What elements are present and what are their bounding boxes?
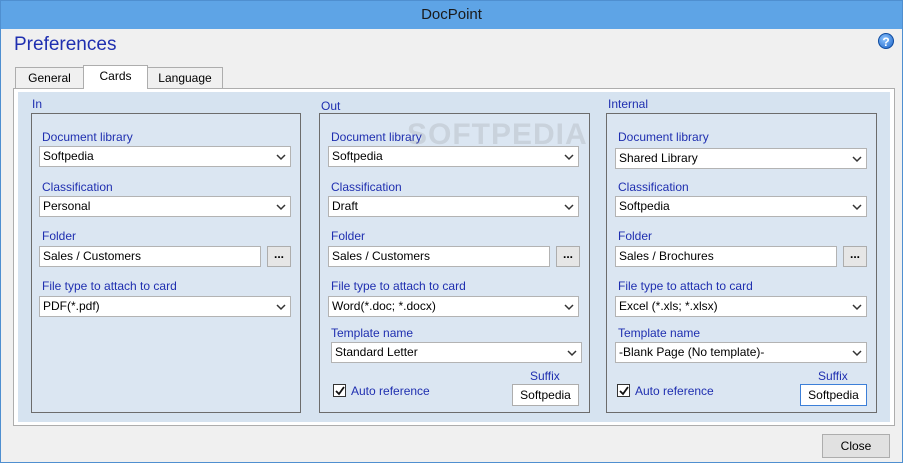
internal-folder-browse-button[interactable]: ...: [843, 246, 867, 267]
chevron-down-icon: [276, 304, 286, 311]
internal-template-name-value: -Blank Page (No template)-: [619, 345, 765, 359]
in-classification-select[interactable]: Personal: [39, 196, 291, 217]
internal-file-type-select[interactable]: Excel (*.xls; *.xlsx): [615, 296, 867, 317]
tab-language[interactable]: Language: [147, 67, 223, 89]
out-suffix-field[interactable]: Softpedia: [512, 384, 579, 406]
window-title: DocPoint: [1, 1, 902, 29]
in-file-type-label: File type to attach to card: [42, 279, 177, 293]
tab-general[interactable]: General: [15, 67, 84, 89]
out-auto-reference-checkbox[interactable]: [333, 384, 346, 397]
out-folder-browse-button[interactable]: ...: [556, 246, 580, 267]
in-file-type-select[interactable]: PDF(*.pdf): [39, 296, 291, 317]
in-document-library-label: Document library: [42, 130, 133, 144]
out-auto-reference-label: Auto reference: [351, 384, 430, 398]
page-title: Preferences: [14, 34, 117, 55]
internal-classification-value: Softpedia: [619, 199, 670, 213]
internal-auto-reference-checkbox[interactable]: [617, 384, 630, 397]
group-title-out: Out: [321, 99, 341, 113]
internal-document-library-value: Shared Library: [619, 151, 698, 165]
chevron-down-icon: [852, 204, 862, 211]
in-classification-label: Classification: [42, 180, 113, 194]
chevron-down-icon: [852, 350, 862, 357]
chevron-down-icon: [564, 204, 574, 211]
chevron-down-icon: [567, 350, 577, 357]
in-folder-browse-button[interactable]: ...: [267, 246, 291, 267]
internal-suffix-field[interactable]: Softpedia: [800, 384, 867, 406]
tab-cards[interactable]: Cards: [83, 65, 148, 89]
out-file-type-select[interactable]: Word(*.doc; *.docx): [328, 296, 579, 317]
chevron-down-icon: [276, 154, 286, 161]
internal-classification-label: Classification: [618, 180, 689, 194]
internal-file-type-value: Excel (*.xls; *.xlsx): [619, 299, 718, 313]
help-icon[interactable]: ?: [878, 33, 894, 49]
chevron-down-icon: [852, 156, 862, 163]
out-template-name-label: Template name: [331, 326, 414, 340]
internal-classification-select[interactable]: Softpedia: [615, 196, 867, 217]
in-folder-label: Folder: [42, 229, 77, 243]
in-classification-value: Personal: [43, 199, 91, 213]
internal-folder-label: Folder: [618, 229, 653, 243]
docpoint-window: DocPoint Preferences ? General Cards Lan…: [0, 0, 903, 463]
internal-document-library-label: Document library: [618, 130, 709, 144]
internal-auto-reference-label: Auto reference: [635, 384, 714, 398]
out-suffix-label: Suffix: [530, 369, 560, 383]
group-title-internal: Internal: [608, 97, 649, 111]
group-title-in: In: [32, 97, 43, 111]
chevron-down-icon: [564, 154, 574, 161]
internal-template-name-label: Template name: [618, 326, 701, 340]
out-file-type-label: File type to attach to card: [331, 279, 466, 293]
out-classification-value: Draft: [332, 199, 359, 213]
internal-folder-field[interactable]: Sales / Brochures: [615, 246, 837, 267]
out-folder-field[interactable]: Sales / Customers: [328, 246, 550, 267]
out-folder-label: Folder: [331, 229, 366, 243]
out-template-name-value: Standard Letter: [335, 345, 418, 359]
chevron-down-icon: [276, 204, 286, 211]
internal-document-library-select[interactable]: Shared Library: [615, 148, 867, 169]
softpedia-watermark: SOFTPEDIA: [407, 118, 588, 151]
in-document-library-select[interactable]: Softpedia: [39, 146, 291, 167]
in-document-library-value: Softpedia: [43, 149, 94, 163]
out-document-library-value: Softpedia: [332, 149, 383, 163]
internal-suffix-label: Suffix: [818, 369, 848, 383]
in-file-type-value: PDF(*.pdf): [43, 299, 100, 313]
out-classification-select[interactable]: Draft: [328, 196, 579, 217]
chevron-down-icon: [564, 304, 574, 311]
checkmark-icon: [619, 386, 629, 396]
out-file-type-value: Word(*.doc; *.docx): [332, 299, 436, 313]
in-folder-field[interactable]: Sales / Customers: [39, 246, 261, 267]
checkmark-icon: [335, 386, 345, 396]
internal-file-type-label: File type to attach to card: [618, 279, 753, 293]
out-template-name-select[interactable]: Standard Letter: [331, 342, 582, 363]
internal-template-name-select[interactable]: -Blank Page (No template)-: [615, 342, 867, 363]
close-button[interactable]: Close: [822, 434, 890, 458]
out-classification-label: Classification: [331, 180, 402, 194]
chevron-down-icon: [852, 304, 862, 311]
